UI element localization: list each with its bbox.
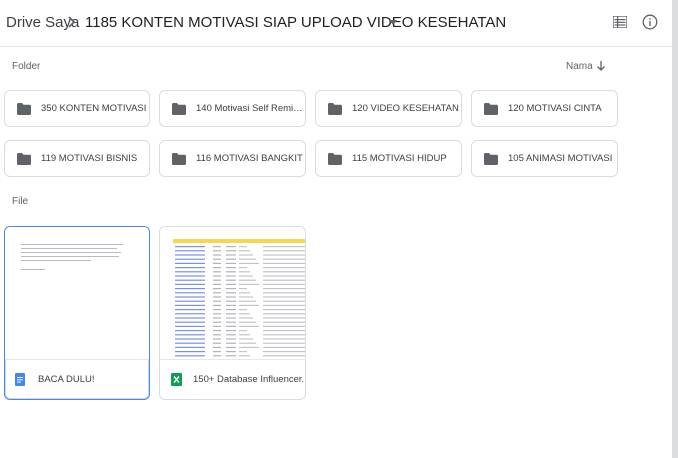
folder-icon — [484, 153, 498, 165]
top-bar: Drive Saya 1185 KONTEN MOTIVASI SIAP UPL… — [0, 0, 678, 46]
file-name: BACA DULU! — [38, 374, 95, 385]
folder-icon — [328, 153, 342, 165]
folder-item[interactable]: 105 ANIMASI MOTIVASI — [471, 140, 618, 177]
folder-icon — [17, 153, 31, 165]
folder-item[interactable]: 120 VIDEO KESEHATAN — [315, 90, 462, 127]
document-thumbnail — [5, 227, 149, 359]
folder-item[interactable]: 116 MOTIVASI BANGKIT — [159, 140, 306, 177]
folder-name: 120 VIDEO KESEHATAN — [352, 103, 459, 114]
spreadsheet-preview — [173, 239, 305, 357]
document-icon — [15, 373, 25, 386]
folder-item[interactable]: 119 MOTIVASI BISNIS — [4, 140, 150, 177]
folder-item[interactable]: 350 KONTEN MOTIVASI — [4, 90, 150, 127]
folder-name: 116 MOTIVASI BANGKIT — [196, 153, 303, 164]
file-card-sheet[interactable]: 150+ Database Influencer.... — [159, 226, 306, 400]
folder-icon — [17, 103, 31, 115]
folders-section-label: Folder — [12, 61, 41, 72]
info-icon[interactable] — [642, 14, 658, 30]
folder-icon — [484, 103, 498, 115]
scrollbar-track[interactable] — [672, 0, 678, 458]
folder-icon — [328, 103, 342, 115]
sort-by-name-button[interactable]: Nama — [566, 61, 593, 72]
folder-icon — [172, 153, 186, 165]
header-divider — [0, 46, 678, 47]
folder-item[interactable]: 115 MOTIVASI HIDUP — [315, 140, 462, 177]
list-view-icon[interactable] — [613, 16, 627, 28]
files-section-label: File — [12, 196, 29, 207]
caret-down-icon[interactable] — [389, 20, 397, 25]
breadcrumb-current-folder[interactable]: 1185 KONTEN MOTIVASI SIAP UPLOAD VIDEO K… — [85, 14, 506, 31]
file-card-doc[interactable]: BACA DULU! — [4, 226, 150, 400]
folder-name: 105 ANIMASI MOTIVASI — [508, 153, 613, 164]
file-name: 150+ Database Influencer.... — [193, 374, 306, 385]
folder-item[interactable]: 140 Motivasi Self Remind... — [159, 90, 306, 127]
folder-name: 120 MOTIVASI CINTA — [508, 103, 602, 114]
folder-name: 115 MOTIVASI HIDUP — [352, 153, 447, 164]
folder-name: 119 MOTIVASI BISNIS — [41, 153, 138, 164]
excel-icon — [171, 373, 182, 386]
spreadsheet-thumbnail — [160, 227, 305, 359]
folder-name: 350 KONTEN MOTIVASI — [41, 103, 147, 114]
folder-name: 140 Motivasi Self Remind... — [196, 103, 304, 114]
chevron-right-icon — [68, 16, 76, 28]
folder-item[interactable]: 120 MOTIVASI CINTA — [471, 90, 618, 127]
arrow-down-icon[interactable] — [596, 60, 606, 72]
folder-icon — [172, 103, 186, 115]
